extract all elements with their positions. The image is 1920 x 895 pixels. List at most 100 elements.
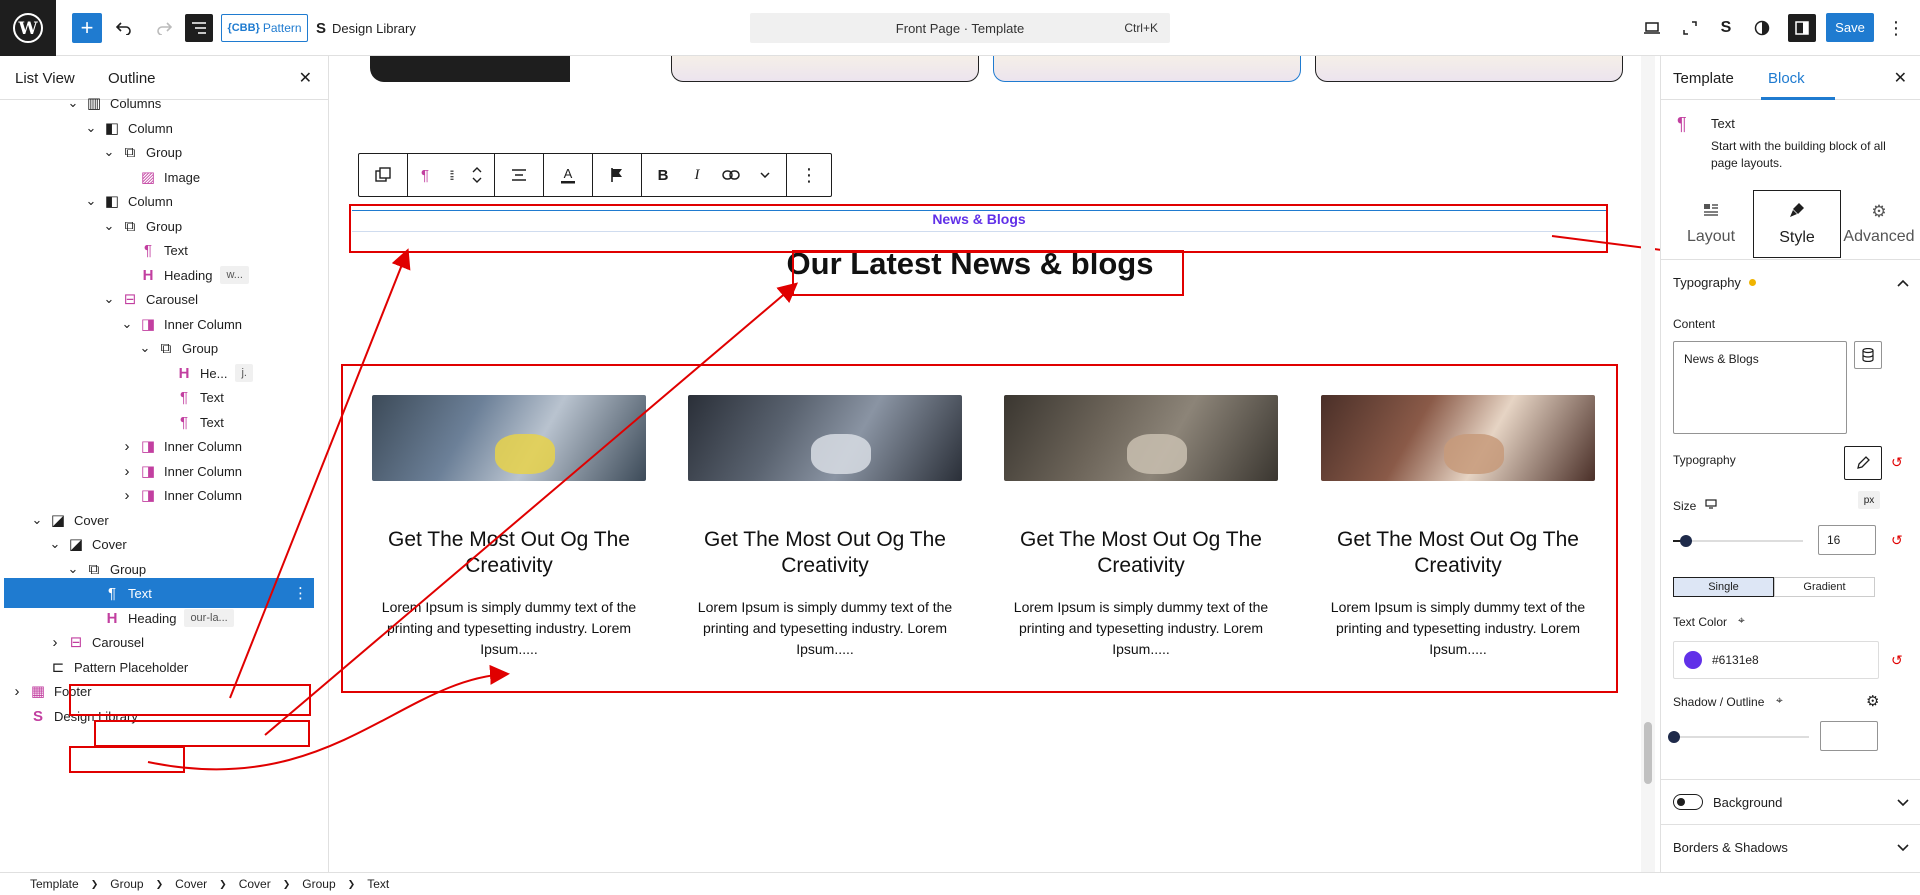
- shadow-slider-thumb[interactable]: [1668, 731, 1680, 743]
- color-mode-single[interactable]: Single: [1673, 577, 1774, 597]
- save-button[interactable]: Save: [1826, 13, 1874, 42]
- reset-icon[interactable]: ↺: [1891, 454, 1903, 471]
- fullscreen-icon[interactable]: [1678, 12, 1702, 44]
- subtab-style[interactable]: Style: [1753, 190, 1841, 258]
- background-toggle[interactable]: [1673, 794, 1703, 810]
- canvas-scroll-thumb[interactable]: [1644, 722, 1652, 784]
- close-icon[interactable]: ✕: [299, 68, 312, 88]
- pattern-button[interactable]: {CBB} Pattern: [221, 14, 308, 42]
- group-icon: ⧉: [124, 143, 136, 161]
- settings-sidebar-icon[interactable]: [1788, 14, 1816, 42]
- wordpress-logo-icon[interactable]: W: [0, 0, 56, 56]
- reset-icon[interactable]: ↺: [1891, 532, 1903, 549]
- select-parent-icon[interactable]: [363, 154, 403, 196]
- section-label-text[interactable]: News & Blogs: [352, 210, 1606, 232]
- italic-icon[interactable]: I: [680, 154, 714, 196]
- blog-post-card[interactable]: Get The Most Out Og The Creativity Lorem …: [372, 395, 646, 660]
- breadcrumb-item[interactable]: Template: [24, 877, 85, 891]
- desktop-device-icon[interactable]: [1705, 497, 1717, 512]
- subtab-layout[interactable]: Layout: [1667, 190, 1755, 258]
- tab-outline[interactable]: Outline: [108, 70, 156, 87]
- desktop-preview-icon[interactable]: [1640, 12, 1664, 44]
- tree-row-label: Group: [146, 218, 183, 234]
- size-input[interactable]: 16: [1818, 525, 1876, 555]
- move-up-down-icon[interactable]: [464, 154, 490, 196]
- chevron-down-icon[interactable]: ⌄: [66, 95, 80, 111]
- gear-icon[interactable]: ⚙: [1866, 692, 1879, 710]
- spectra-icon[interactable]: S: [1714, 12, 1738, 44]
- chevron-right-icon[interactable]: ›: [120, 487, 134, 504]
- edit-typography-pencil-icon[interactable]: [1844, 446, 1882, 480]
- blog-post-card[interactable]: Get The Most Out Og The Creativity Lorem …: [1321, 395, 1595, 660]
- tab-block[interactable]: Block: [1768, 70, 1805, 87]
- add-block-button[interactable]: +: [72, 13, 102, 43]
- post-excerpt[interactable]: Lorem Ipsum is simply dummy text of the …: [1004, 597, 1278, 660]
- text-color-picker[interactable]: #6131e8: [1673, 641, 1879, 679]
- typography-panel-header[interactable]: Typography: [1673, 272, 1909, 292]
- database-icon[interactable]: [1854, 341, 1882, 369]
- bold-icon[interactable]: B: [646, 154, 680, 196]
- post-title[interactable]: Get The Most Out Og The Creativity: [1321, 527, 1595, 579]
- chevron-down-icon[interactable]: [748, 154, 782, 196]
- flag-icon[interactable]: [597, 154, 637, 196]
- tab-list-view[interactable]: List View: [15, 70, 75, 87]
- post-title[interactable]: Get The Most Out Og The Creativity: [1004, 527, 1278, 579]
- more-options-icon[interactable]: ⋮: [791, 154, 827, 196]
- background-panel-header[interactable]: Background: [1713, 792, 1909, 812]
- chevron-down-icon[interactable]: ⌄: [120, 316, 134, 332]
- size-slider-thumb[interactable]: [1680, 535, 1692, 547]
- size-slider-track[interactable]: [1673, 540, 1803, 542]
- toolbar-group-flag: [592, 154, 641, 196]
- undo-icon[interactable]: [112, 12, 136, 44]
- chevron-down-icon[interactable]: ⌄: [30, 512, 44, 528]
- styles-contrast-icon[interactable]: [1750, 12, 1774, 44]
- breadcrumb-item[interactable]: Cover: [233, 877, 277, 891]
- post-title[interactable]: Get The Most Out Og The Creativity: [688, 527, 962, 579]
- post-excerpt[interactable]: Lorem Ipsum is simply dummy text of the …: [1321, 597, 1595, 660]
- blog-post-card[interactable]: Get The Most Out Og The Creativity Lorem …: [1004, 395, 1278, 660]
- subtab-advanced[interactable]: ⚙ Advanced: [1837, 190, 1920, 258]
- tab-template[interactable]: Template: [1673, 70, 1734, 87]
- close-icon[interactable]: ✕: [1894, 68, 1907, 88]
- chevron-down-icon[interactable]: ⌄: [138, 340, 152, 356]
- post-excerpt[interactable]: Lorem Ipsum is simply dummy text of the …: [372, 597, 646, 660]
- shadow-input[interactable]: [1820, 721, 1878, 751]
- post-title[interactable]: Get The Most Out Og The Creativity: [372, 527, 646, 579]
- breadcrumb-item[interactable]: Group: [296, 877, 341, 891]
- chevron-down-icon[interactable]: ⌄: [102, 144, 116, 160]
- document-title-bar[interactable]: Front Page · Template Ctrl+K: [750, 13, 1170, 43]
- chevron-down-icon[interactable]: ⌄: [102, 218, 116, 234]
- redo-icon[interactable]: [152, 12, 176, 44]
- chevron-right-icon[interactable]: ›: [10, 683, 24, 700]
- color-mode-gradient[interactable]: Gradient: [1774, 577, 1875, 597]
- chevron-down-icon[interactable]: ⌄: [66, 561, 80, 577]
- unit-badge[interactable]: px: [1858, 491, 1880, 509]
- chevron-down-icon[interactable]: ⌄: [102, 291, 116, 307]
- breadcrumb-item[interactable]: Group: [104, 877, 149, 891]
- row-options-icon[interactable]: ⋮: [293, 584, 308, 602]
- text-color-icon[interactable]: A: [548, 154, 588, 196]
- chevron-down-icon[interactable]: ⌄: [48, 536, 62, 552]
- breadcrumb-item[interactable]: Text: [361, 877, 395, 891]
- reset-icon[interactable]: ↺: [1891, 652, 1903, 669]
- shadow-slider-track[interactable]: [1673, 736, 1809, 738]
- borders-shadows-panel-header[interactable]: Borders & Shadows: [1673, 837, 1909, 857]
- options-kebab-icon[interactable]: ⋮: [1886, 12, 1906, 44]
- drag-handle-icon[interactable]: ⁞⁞: [438, 154, 464, 196]
- chevron-right-icon[interactable]: ›: [120, 438, 134, 455]
- document-overview-icon[interactable]: [185, 14, 213, 42]
- blog-post-card[interactable]: Get The Most Out Og The Creativity Lorem …: [688, 395, 962, 660]
- chevron-right-icon[interactable]: ›: [120, 463, 134, 480]
- tree-row-design-library[interactable]: S Design Library: [0, 701, 328, 731]
- content-textarea[interactable]: News & Blogs: [1673, 341, 1847, 434]
- align-center-icon[interactable]: [499, 154, 539, 196]
- chevron-down-icon[interactable]: ⌄: [84, 193, 98, 209]
- breadcrumb-item[interactable]: Cover: [169, 877, 213, 891]
- paragraph-icon[interactable]: ¶: [412, 154, 438, 196]
- post-excerpt[interactable]: Lorem Ipsum is simply dummy text of the …: [688, 597, 962, 660]
- chevron-down-icon[interactable]: ⌄: [84, 120, 98, 136]
- design-library-button[interactable]: S Design Library: [316, 12, 426, 44]
- section-heading[interactable]: Our Latest News & blogs: [760, 246, 1180, 282]
- chevron-right-icon[interactable]: ›: [48, 634, 62, 651]
- link-icon[interactable]: [714, 154, 748, 196]
